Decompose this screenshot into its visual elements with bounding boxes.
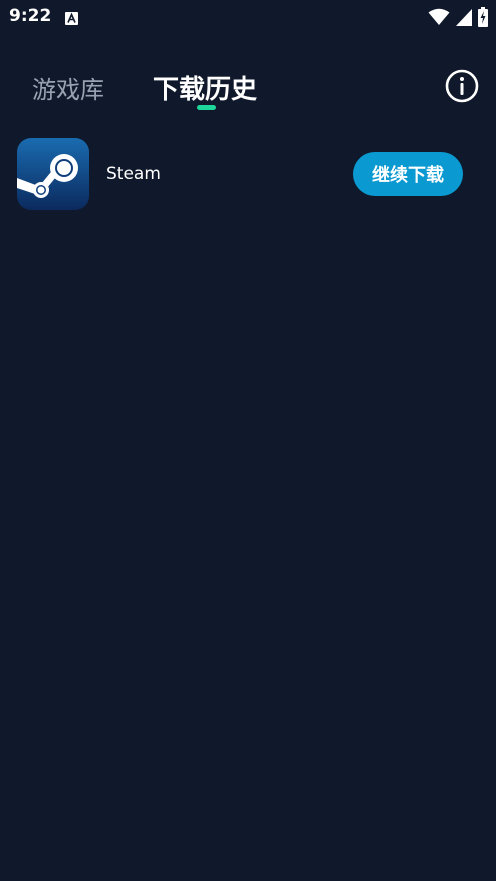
signal-icon — [456, 8, 472, 30]
info-icon[interactable] — [445, 69, 479, 103]
status-time: 9:22 — [9, 6, 52, 26]
active-tab-indicator — [197, 105, 216, 110]
notification-a-icon — [65, 10, 78, 25]
battery-charging-icon — [478, 7, 488, 31]
app-name: Steam — [106, 164, 161, 184]
status-bar: 9:22 — [0, 0, 496, 34]
continue-download-button[interactable]: 继续下载 — [353, 152, 463, 196]
tab-download-history[interactable]: 下载历史 — [153, 69, 257, 106]
tab-bar: 游戏库 下载历史 — [0, 60, 496, 112]
tab-game-library[interactable]: 游戏库 — [32, 70, 104, 105]
steam-logo-icon — [17, 138, 89, 210]
download-list-item[interactable]: Steam 继续下载 — [0, 136, 496, 212]
wifi-icon — [428, 8, 450, 30]
